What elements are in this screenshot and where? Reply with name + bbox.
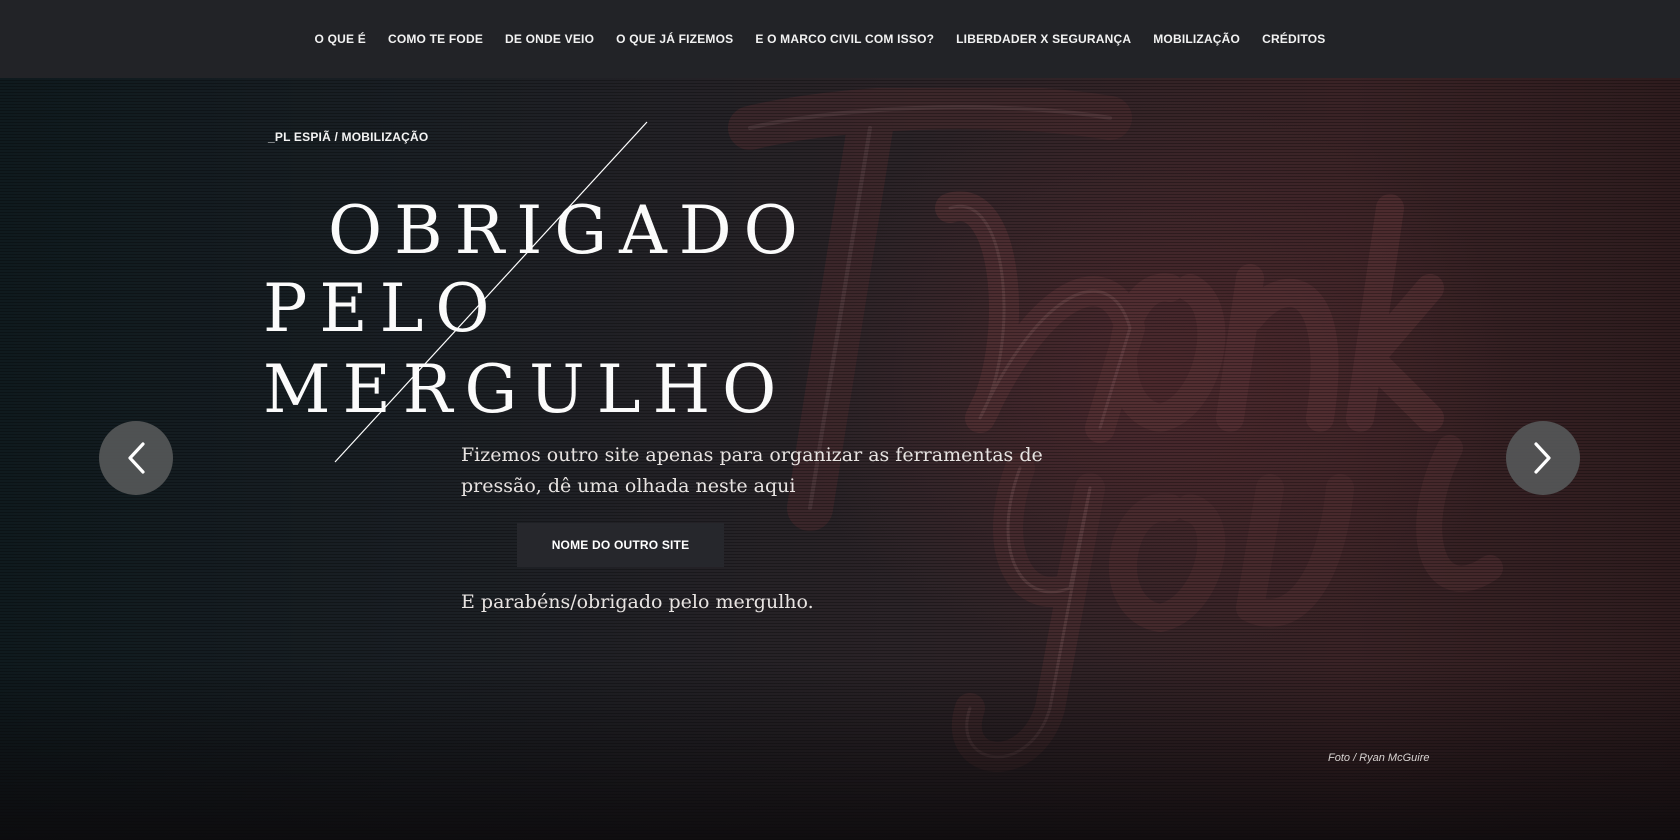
- title-slash-line: [334, 121, 648, 463]
- previous-slide-button[interactable]: [99, 421, 173, 495]
- top-navigation: O QUE É COMO TE FODE DE ONDE VEIO O QUE …: [0, 0, 1680, 78]
- nav-item-como-te-fode[interactable]: COMO TE FODE: [377, 32, 494, 46]
- nav-item-de-onde-veio[interactable]: DE ONDE VEIO: [494, 32, 605, 46]
- nav-item-mobilizacao[interactable]: MOBILIZAÇÃO: [1142, 32, 1251, 46]
- other-site-button[interactable]: NOME DO OUTRO SITE: [517, 523, 724, 567]
- chevron-left-icon: [128, 442, 145, 474]
- nav-menu: O QUE É COMO TE FODE DE ONDE VEIO O QUE …: [304, 32, 1337, 46]
- nav-item-o-que-ja-fizemos[interactable]: O QUE JÁ FIZEMOS: [605, 32, 744, 46]
- nav-item-liberdade-seguranca[interactable]: LIBERDADER X SEGURANÇA: [945, 32, 1142, 46]
- chevron-right-icon: [1534, 442, 1551, 474]
- next-slide-button[interactable]: [1506, 421, 1580, 495]
- nav-item-marco-civil[interactable]: E O MARCO CIVIL COM ISSO?: [744, 32, 945, 46]
- bottom-shadow: [0, 660, 1680, 840]
- photo-credit: Foto / Ryan McGuire: [1328, 752, 1430, 764]
- nav-item-creditos[interactable]: CRÉDITOS: [1251, 32, 1336, 46]
- nav-item-o-que-e[interactable]: O QUE É: [304, 32, 377, 46]
- thanks-text: E parabéns/obrigado pelo mergulho.: [461, 591, 814, 613]
